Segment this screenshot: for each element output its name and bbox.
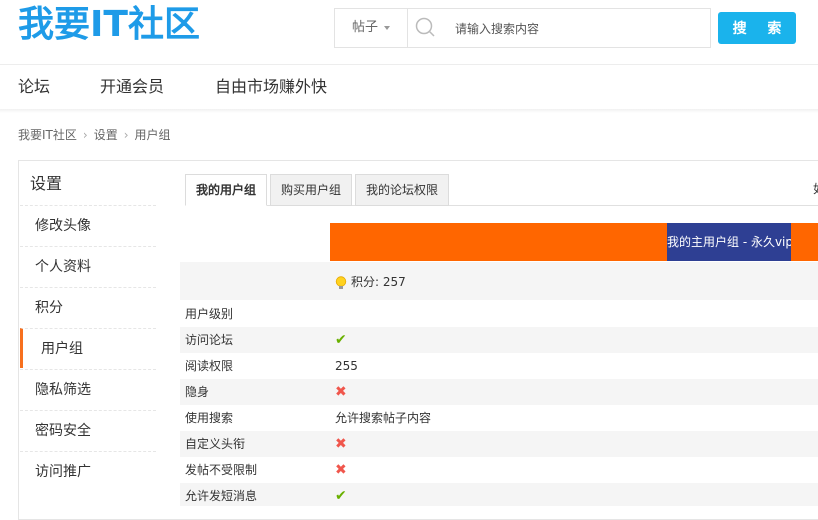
permission-label: 使用搜索 [185, 411, 234, 425]
permission-label: 自定义头衔 [185, 437, 246, 451]
nav-shadow [0, 109, 818, 113]
sidebar-item-avatar[interactable]: 修改头像 [20, 205, 156, 245]
breadcrumb-home[interactable]: 我要IT社区 [18, 128, 77, 142]
table-row: 阅读权限 255 [180, 353, 818, 379]
main-nav: 论坛 开通会员 自由市场赚外快 [0, 65, 818, 109]
table-row: 用户级别 [180, 301, 818, 327]
search-box: 帖子 [334, 8, 711, 48]
search-input[interactable] [455, 19, 695, 39]
permission-label: 阅读权限 [185, 359, 234, 373]
tab-forum-permissions[interactable]: 我的论坛权限 [355, 174, 449, 206]
cross-icon: ✖ [335, 384, 347, 400]
table-row: 自定义头衔 ✖ [180, 431, 818, 457]
breadcrumb-usergroup[interactable]: 用户组 [135, 128, 171, 142]
table-row: 隐身 ✖ [180, 379, 818, 405]
search-button[interactable]: 搜 索 [718, 12, 796, 44]
points-label: 积分: 257 [351, 275, 406, 289]
site-logo[interactable]: 我要IT社区 [18, 2, 200, 48]
cross-icon: ✖ [335, 462, 347, 478]
points-value: 积分: 257 [335, 273, 406, 290]
permission-label: 访问论坛 [185, 333, 234, 347]
search-type-select[interactable]: 帖子 [335, 9, 408, 47]
tab-buy-usergroup[interactable]: 购买用户组 [270, 174, 352, 206]
sidebar-item-password[interactable]: 密码安全 [20, 410, 156, 450]
search-icon [415, 17, 435, 37]
nav-item-market[interactable]: 自由市场赚外快 [215, 65, 327, 109]
sidebar-title: 设置 [30, 174, 63, 193]
table-row: 允许发短消息 ✔ [180, 483, 818, 506]
permission-label: 用户级别 [185, 307, 234, 321]
points-row: 积分: 257 [180, 262, 818, 300]
clipped-link[interactable]: 如 [813, 180, 818, 197]
permission-value: 255 [335, 359, 358, 373]
nav-item-membership[interactable]: 开通会员 [100, 65, 164, 109]
search-type-label: 帖子 [351, 20, 378, 35]
permission-label: 发帖不受限制 [185, 463, 258, 477]
table-row: 访问论坛 ✔ [180, 327, 818, 353]
main-group-label: 我的主用户组 - 永久vip [667, 223, 791, 261]
check-icon: ✔ [335, 488, 347, 504]
sidebar-item-profile[interactable]: 个人资料 [20, 246, 156, 286]
chevron-right-icon: › [123, 128, 129, 142]
nav-item-forum[interactable]: 论坛 [18, 65, 50, 109]
sidebar-item-promotion[interactable]: 访问推广 [20, 451, 156, 491]
table-row: 使用搜索 允许搜索帖子内容 [180, 405, 818, 431]
tab-my-usergroup[interactable]: 我的用户组 [185, 174, 267, 206]
cross-icon: ✖ [335, 436, 347, 452]
chevron-right-icon: › [82, 128, 88, 142]
lightbulb-icon [335, 275, 347, 289]
permission-label: 允许发短消息 [185, 489, 258, 503]
chevron-down-icon [384, 25, 390, 30]
sidebar-item-privacy[interactable]: 隐私筛选 [20, 369, 156, 409]
table-row: 发帖不受限制 ✖ [180, 457, 818, 483]
check-icon: ✔ [335, 332, 347, 348]
permission-label: 隐身 [185, 385, 210, 399]
permission-value: 允许搜索帖子内容 [335, 411, 432, 425]
breadcrumb-settings[interactable]: 设置 [94, 128, 118, 142]
sidebar-item-usergroup[interactable]: 用户组 [20, 328, 156, 368]
sidebar-item-credits[interactable]: 积分 [20, 287, 156, 327]
breadcrumb: 我要IT社区 › 设置 › 用户组 [18, 126, 171, 143]
